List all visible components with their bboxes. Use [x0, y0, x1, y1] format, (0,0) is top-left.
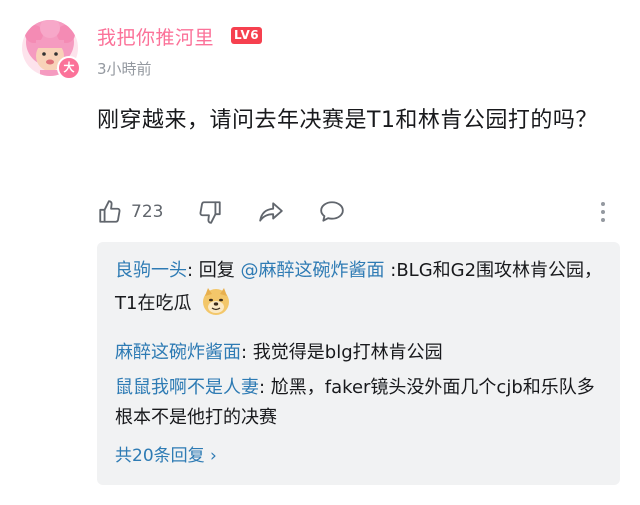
- username[interactable]: 我把你推河里: [97, 23, 214, 50]
- comment-actions: 723: [97, 195, 617, 229]
- share-button[interactable]: [257, 195, 285, 229]
- comment-icon: [320, 201, 344, 222]
- reply-author[interactable]: 鼠鼠我啊不是人妻: [115, 377, 259, 398]
- reply-author[interactable]: 麻醉这碗炸酱面: [115, 342, 241, 363]
- comment-content: 刚穿越来，请问去年决赛是T1和林肯公园打的吗？: [97, 108, 598, 133]
- user-badge: 大: [57, 56, 81, 80]
- reply-text: 回复: [198, 260, 241, 281]
- reply-item[interactable]: 麻醉这碗炸酱面: 我觉得是blg打林肯公园: [115, 338, 610, 368]
- reply-mention[interactable]: @麻醉这碗炸酱面: [241, 260, 385, 281]
- reply-preview-box[interactable]: 良驹一头: 回复 @麻醉这碗炸酱面 :BLG和G2围攻林肯公园，T1在吃瓜 麻醉…: [97, 242, 620, 485]
- avatar[interactable]: 大: [22, 20, 81, 80]
- reply-text: 我觉得是blg打林肯公园: [252, 342, 443, 363]
- share-icon: [259, 202, 283, 222]
- like-button[interactable]: 723: [97, 195, 163, 229]
- like-count: 723: [131, 202, 164, 222]
- more-button[interactable]: [599, 195, 607, 229]
- more-icon: [601, 202, 605, 222]
- reply-author[interactable]: 良驹一头: [115, 260, 187, 281]
- reply-item[interactable]: 良驹一头: 回复 @麻醉这碗炸酱面 :BLG和G2围攻林肯公园，T1在吃瓜: [115, 256, 610, 326]
- reply-item[interactable]: 鼠鼠我啊不是人妻: 尬黑，faker镜头没外面几个cjb和乐队多根本不是他打的决…: [115, 373, 610, 433]
- thumb-up-icon: [99, 200, 121, 223]
- dislike-button[interactable]: [197, 195, 223, 229]
- level-badge: LV6: [231, 27, 263, 44]
- doge-emoji-icon: [201, 286, 231, 326]
- reply-button[interactable]: [318, 195, 346, 229]
- thumb-down-icon: [199, 201, 221, 224]
- comment-time: 3小時前: [97, 60, 152, 78]
- view-more-replies-link[interactable]: 共20条回复 ›: [115, 441, 217, 466]
